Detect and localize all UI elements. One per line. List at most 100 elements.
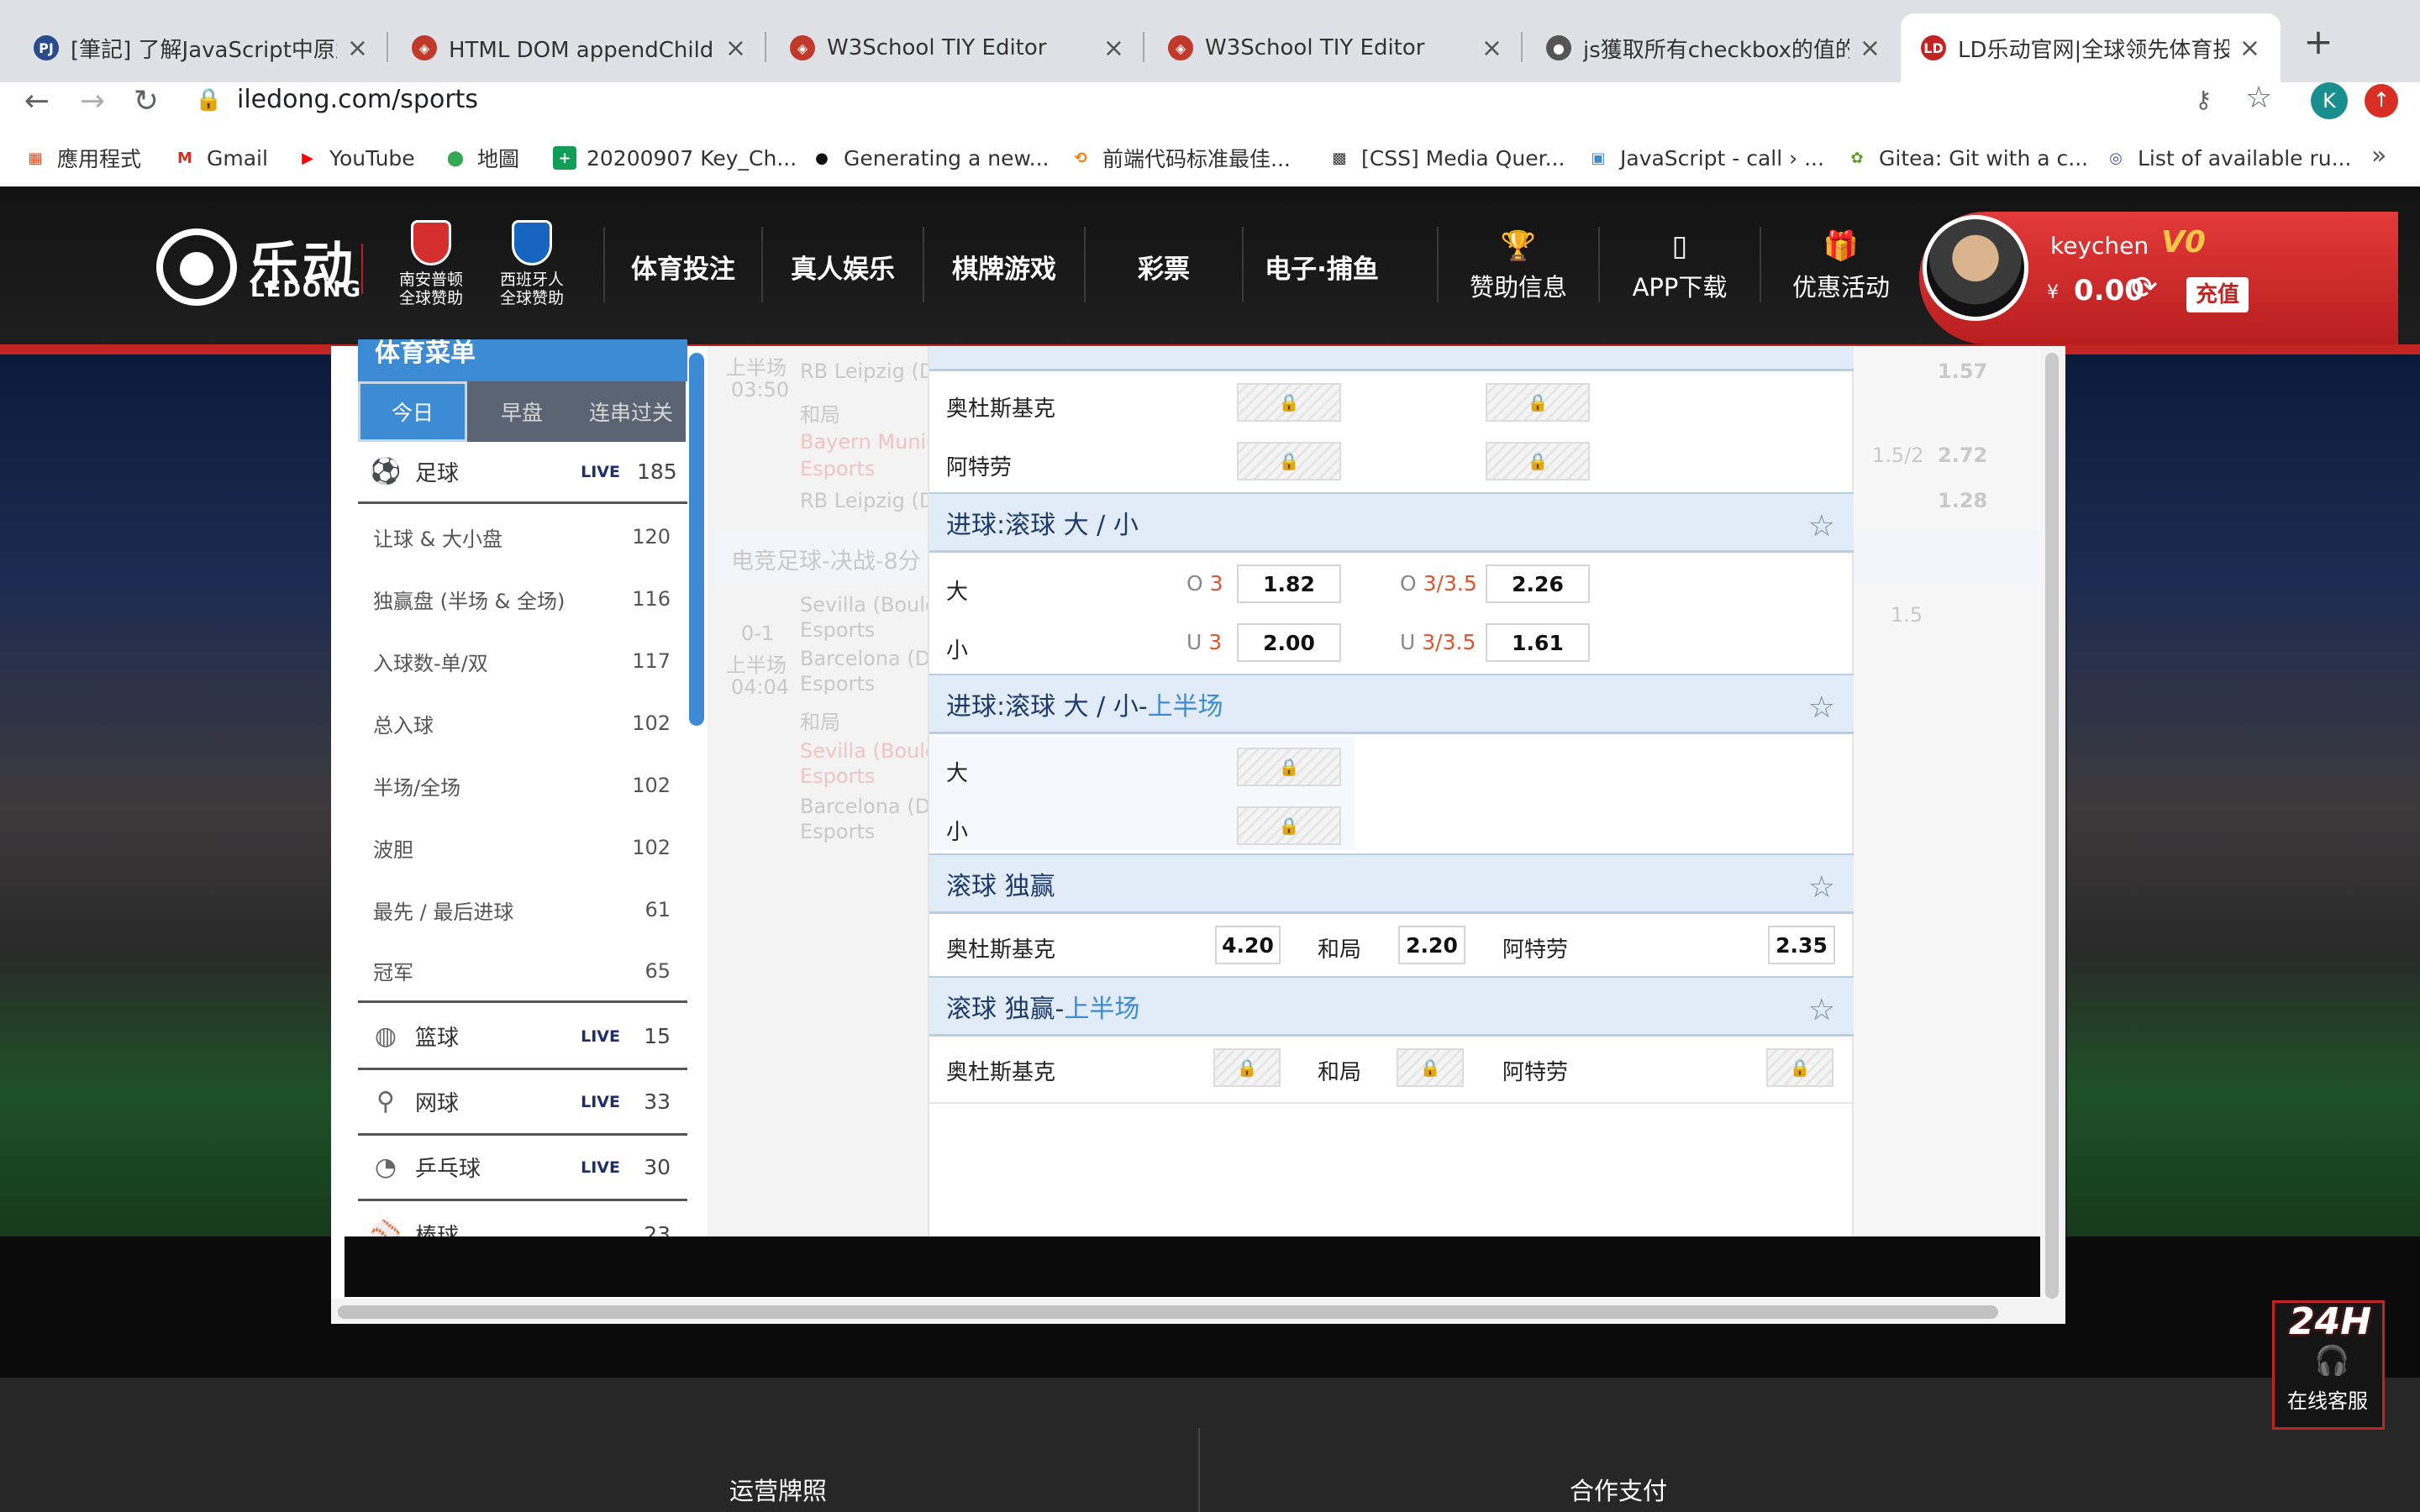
odds-button[interactable]: 1.82 xyxy=(1237,564,1341,603)
bookmark-maps[interactable]: ⬤ 地圖 xyxy=(444,143,519,173)
odds-button[interactable]: 2.26 xyxy=(1486,564,1590,603)
sponsor-espanyol[interactable]: 西班牙人 全球赞助 xyxy=(486,220,578,307)
bookmark-sheet[interactable]: +20200907 Key_Ch... xyxy=(553,143,797,173)
sidebar-item-basketball[interactable]: ◍ 篮球 LIVE 15 xyxy=(358,1005,687,1070)
bookmark-apps[interactable]: ▦ 應用程式 xyxy=(24,143,141,173)
sidebar-subitem[interactable]: 独赢盘 (半场 & 全场) 116 xyxy=(358,568,687,630)
line-under: U 3/3.5 xyxy=(1400,630,1476,654)
user-avatar[interactable] xyxy=(1923,215,2028,321)
sidebar-scrollbar[interactable] xyxy=(689,353,704,726)
tab-today[interactable]: 今日 xyxy=(358,381,467,442)
browser-tab-active[interactable]: LD LD乐动官网|全球领先体育投注 × xyxy=(1901,13,2281,82)
close-tab-icon[interactable]: × xyxy=(347,34,368,63)
sidebar-subitem[interactable]: 最先 / 最后进球 61 xyxy=(358,879,687,941)
nav-promotions[interactable]: 🎁 优惠活动 xyxy=(1761,186,1921,346)
bookmark-css[interactable]: ▩ [CSS] Media Quer... xyxy=(1328,143,1565,173)
address-bar[interactable] xyxy=(180,81,2272,123)
event-count: 33 xyxy=(644,1089,671,1114)
tab-parlay[interactable]: 连串过关 xyxy=(576,381,686,442)
browser-tab[interactable]: ◈ W3School TIY Editor × xyxy=(770,13,1144,82)
lock-icon: 🔒 xyxy=(1278,757,1300,777)
close-tab-icon[interactable]: × xyxy=(1481,34,1502,63)
browser-tab[interactable]: ● js獲取所有checkbox的值的簡 × xyxy=(1526,13,1901,82)
customer-service-label[interactable]: 在线客服 xyxy=(2287,1384,2368,1414)
close-tab-icon[interactable]: × xyxy=(725,34,746,63)
maps-pin-icon: ⬤ xyxy=(446,149,465,167)
close-tab-icon[interactable]: × xyxy=(2239,34,2260,63)
bookmark-github[interactable]: ● Generating a new... xyxy=(810,143,1049,173)
bookmark-youtube[interactable]: ▶ YouTube xyxy=(296,143,415,173)
gitea-icon: ✿ xyxy=(1850,149,1864,167)
bookmark-star-icon[interactable]: ☆ xyxy=(2245,81,2272,115)
sidebar-item-table-tennis[interactable]: ◔ 乒乓球 LIVE 30 xyxy=(358,1136,687,1201)
tab-favicon-icon: ◈ xyxy=(412,35,437,60)
club-crest-icon xyxy=(411,220,451,265)
bookmark-gitea[interactable]: ✿ Gitea: Git with a c... xyxy=(1845,143,2088,173)
nav-app-download[interactable]: ▯ APP下载 xyxy=(1600,186,1760,346)
sidebar-item-tennis[interactable]: ⚲ 网球 LIVE 33 xyxy=(358,1070,687,1136)
sidebar-subitem[interactable]: 入球数-单/双 117 xyxy=(358,630,687,692)
profile-avatar[interactable]: K xyxy=(2311,82,2348,119)
market-over-under-first-half[interactable]: 进球:滚球 大 / 小- 上半场 ☆ xyxy=(929,674,1854,734)
odds-button[interactable]: 2.20 xyxy=(1398,926,1465,964)
favorite-star-icon[interactable]: ☆ xyxy=(1808,870,1835,905)
nav-live-casino[interactable]: 真人娱乐 xyxy=(763,186,923,346)
club-crest-icon xyxy=(512,220,552,265)
vertical-scroll-thumb[interactable] xyxy=(2045,353,2059,1299)
bookmark-list[interactable]: ◎ List of available ru... xyxy=(2104,143,2351,173)
nav-sports[interactable]: 体育投注 xyxy=(605,186,761,346)
odds-button[interactable]: 2.00 xyxy=(1237,623,1341,662)
url-text[interactable]: iledong.com/sports xyxy=(237,85,478,114)
horizontal-scroll-thumb[interactable] xyxy=(338,1305,1998,1319)
sidebar-item-football[interactable]: ⚽ 足球 LIVE 185 xyxy=(358,442,687,504)
forward-icon[interactable]: → xyxy=(74,84,111,118)
lock-icon[interactable]: 🔒 xyxy=(195,87,222,113)
footer-license-title: 运营牌照 xyxy=(729,1477,828,1505)
market-moneyline-live[interactable]: 滚球 独赢 ☆ xyxy=(929,853,1854,914)
nav-card-games[interactable]: 棋牌游戏 xyxy=(924,186,1084,346)
nav-lottery[interactable]: 彩票 xyxy=(1086,186,1242,346)
basketball-icon: ◍ xyxy=(374,1021,397,1051)
sidebar-subitem[interactable]: 让球 & 大小盘 120 xyxy=(358,506,687,568)
nav-slots-fishing[interactable]: 电子·捕鱼 xyxy=(1244,186,1400,346)
bookmark-frontend[interactable]: ⟲ 前端代码标准最佳... xyxy=(1069,143,1290,173)
sidebar-subitem[interactable]: 波胆 102 xyxy=(358,816,687,879)
reload-icon[interactable]: ↻ xyxy=(128,84,165,118)
sponsor-southampton[interactable]: 南安普顿 全球赞助 xyxy=(385,220,477,307)
sidebar-subitem[interactable]: 半场/全场 102 xyxy=(358,754,687,816)
browser-tab[interactable]: ◈ W3School TIY Editor × xyxy=(1148,13,1523,82)
youtube-icon: ▶ xyxy=(302,149,313,167)
username[interactable]: keychen xyxy=(2050,232,2149,260)
update-icon[interactable]: ↑ xyxy=(2365,84,2398,118)
recharge-button[interactable]: 充值 xyxy=(2186,277,2249,312)
nav-sponsorship[interactable]: 🏆 赞助信息 xyxy=(1439,186,1598,346)
close-tab-icon[interactable]: × xyxy=(1860,34,1881,63)
bookmark-gmail[interactable]: M Gmail xyxy=(173,143,268,173)
odds-button[interactable]: 2.35 xyxy=(1768,926,1835,964)
sheets-icon: + xyxy=(553,146,576,170)
more-bookmarks-icon[interactable]: » xyxy=(2371,141,2386,171)
browser-tab[interactable]: PJ [筆記] 了解JavaScript中原型( × xyxy=(13,13,388,82)
odds-button[interactable]: 1.61 xyxy=(1486,623,1590,662)
favorite-star-icon[interactable]: ☆ xyxy=(1808,509,1835,543)
market-name: 独赢盘 (半场 & 全场) xyxy=(373,589,566,613)
odds-button[interactable]: 4.20 xyxy=(1215,926,1281,964)
key-icon[interactable]: ⚷ xyxy=(2195,86,2212,113)
bookmark-javascript[interactable]: ▣ JavaScript - call › ... xyxy=(1586,143,1823,173)
back-icon[interactable]: ← xyxy=(18,84,55,118)
favorite-star-icon[interactable]: ☆ xyxy=(1808,993,1835,1027)
market-over-under-live[interactable]: 进球:滚球 大 / 小 ☆ xyxy=(929,492,1854,553)
vip-level-badge[interactable]: V0 xyxy=(2161,225,2206,260)
close-tab-icon[interactable]: × xyxy=(1103,34,1124,63)
odds-value: 1.57 xyxy=(1938,360,1988,383)
sidebar-subitem[interactable]: 冠军 65 xyxy=(358,941,687,1003)
browser-tab[interactable]: ◈ HTML DOM appendChild() 方 × xyxy=(392,13,766,82)
new-tab-button[interactable]: + xyxy=(2298,22,2338,62)
tab-early[interactable]: 早盘 xyxy=(467,381,576,442)
refresh-balance-icon[interactable]: ⟳ xyxy=(2131,269,2158,306)
lock-icon: 🔒 xyxy=(1278,451,1300,471)
favorite-star-icon[interactable]: ☆ xyxy=(1808,690,1835,725)
market-moneyline-first-half[interactable]: 滚球 独赢- 上半场 ☆ xyxy=(929,976,1854,1037)
sidebar-subitem[interactable]: 总入球 102 xyxy=(358,692,687,754)
line-over: O 3/3.5 xyxy=(1400,571,1477,596)
